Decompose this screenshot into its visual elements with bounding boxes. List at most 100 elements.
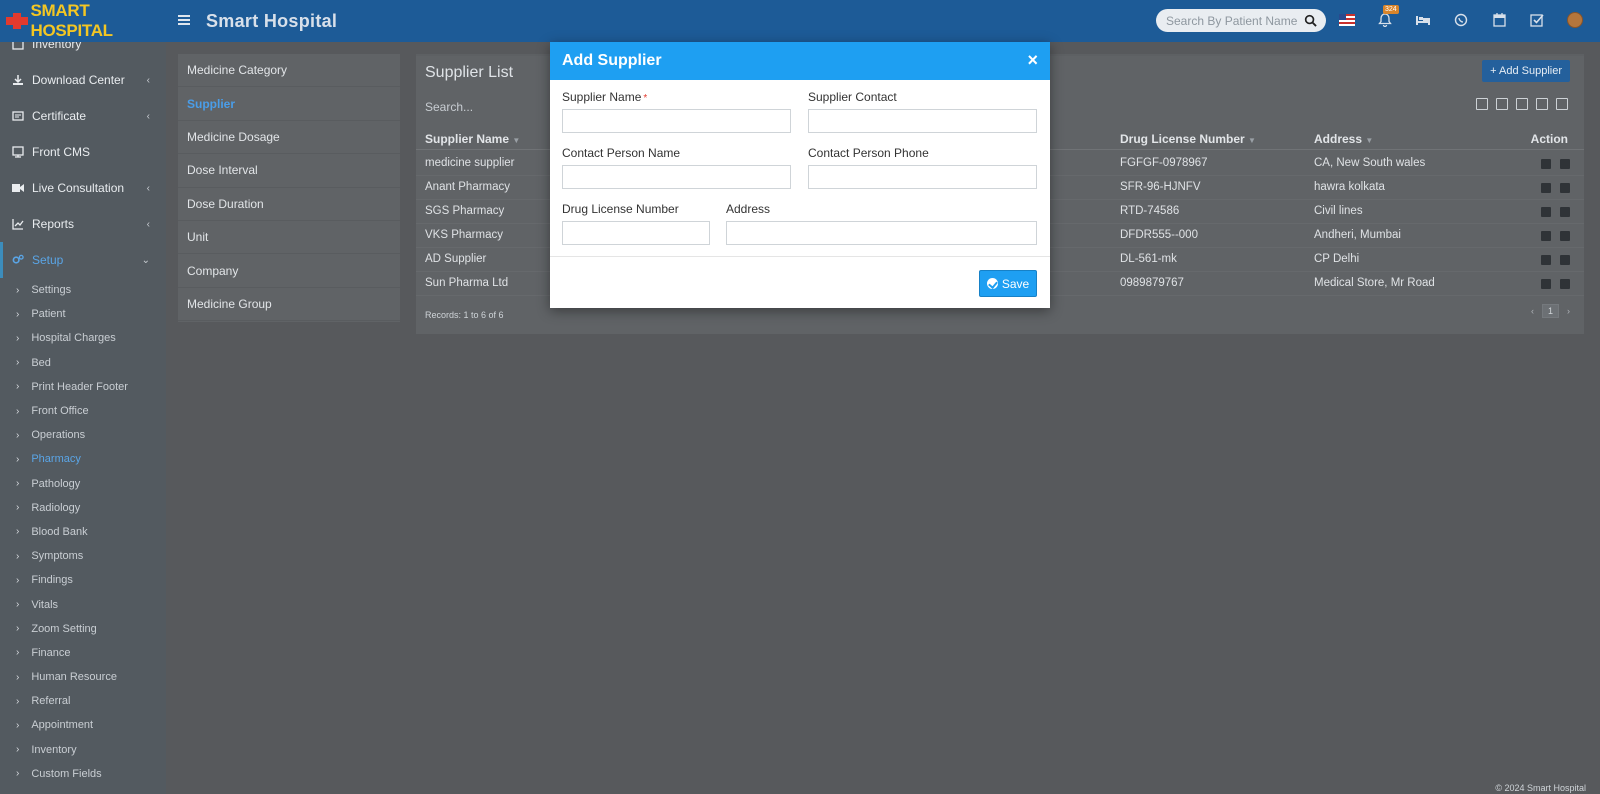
submenu-item-unit[interactable]: Unit [178,221,400,255]
add-supplier-button[interactable]: + Add Supplier [1482,60,1570,82]
next-page-icon[interactable]: › [1567,306,1570,316]
sidebar-item-download-center[interactable]: Download Center ‹ [0,62,166,98]
setup-item-bed[interactable]: › Bed [0,351,166,375]
supplier-name-input[interactable] [562,109,791,133]
whatsapp-icon[interactable] [1451,10,1471,30]
sidebar-item-label: Front CMS [32,145,91,159]
setup-item-operations[interactable]: › Operations [0,423,166,447]
supplier-contact-input[interactable] [808,109,1037,133]
csv-icon[interactable] [1516,98,1528,110]
submenu-item-dose-interval[interactable]: Dose Interval [178,154,400,188]
notification-bell-icon[interactable]: 324 [1375,5,1399,30]
setup-item-findings[interactable]: › Findings [0,568,166,592]
chevron-left-icon: ‹ [146,182,150,194]
column-address[interactable]: Address ▼ [1314,132,1373,146]
setup-item-human-resource[interactable]: › Human Resource [0,665,166,689]
calendar-icon[interactable] [1489,10,1509,30]
delete-icon[interactable] [1560,231,1570,241]
pdf-icon[interactable] [1536,98,1548,110]
delete-icon[interactable] [1560,183,1570,193]
setup-item-radiology[interactable]: › Radiology [0,496,166,520]
edit-icon[interactable] [1541,159,1551,169]
drug-license-number-input[interactable] [562,221,710,245]
contact-person-name-input[interactable] [562,165,791,189]
cell-license: FGFGF-0978967 [1120,157,1208,169]
search-icon[interactable] [1304,14,1317,27]
setup-item-blood-bank[interactable]: › Blood Bank [0,520,166,544]
excel-icon[interactable] [1496,98,1508,110]
sidebar-item-label: Reports [32,217,75,231]
setup-item-print-header-footer[interactable]: › Print Header Footer [0,375,166,399]
sidebar-item-front-cms[interactable]: Front CMS [0,134,166,170]
column-drug-license[interactable]: Drug License Number ▼ [1120,132,1256,146]
language-flag-icon[interactable] [1337,10,1357,30]
submenu-item-dose-duration[interactable]: Dose Duration [178,188,400,221]
edit-icon[interactable] [1541,183,1551,193]
chevron-right-icon: › [16,357,20,369]
patient-search-input[interactable]: Search By Patient Name [1156,9,1326,32]
page-number[interactable]: 1 [1541,304,1559,318]
setup-item-referral[interactable]: › Referral [0,689,166,713]
contact-person-phone-input[interactable] [808,165,1037,189]
edit-icon[interactable] [1541,279,1551,289]
delete-icon[interactable] [1560,255,1570,265]
save-button[interactable]: Save [979,270,1037,297]
user-avatar[interactable] [1565,10,1585,30]
setup-item-inventory[interactable]: › Inventory [0,738,166,762]
save-label: Save [1001,276,1030,291]
header-icons: 324 [1337,5,1600,30]
delete-icon[interactable] [1560,159,1570,169]
cell-name: Anant Pharmacy [425,181,511,193]
drug-license-number-label: Drug License Number [562,202,679,216]
chevron-right-icon: › [16,381,20,393]
setup-item-hospital-charges[interactable]: › Hospital Charges [0,326,166,350]
delete-icon[interactable] [1560,207,1570,217]
submenu-item-medicine-category[interactable]: Medicine Category [178,54,400,88]
submenu-item-medicine-group[interactable]: Medicine Group [178,288,400,322]
prev-page-icon[interactable]: ‹ [1531,306,1534,316]
print-icon[interactable] [1556,98,1568,110]
setup-item-finance[interactable]: › Finance [0,641,166,665]
setup-item-custom-fields[interactable]: › Custom Fields [0,762,166,786]
setup-item-vitals[interactable]: › Vitals [0,592,166,616]
setup-item-pathology[interactable]: › Pathology [0,472,166,496]
setup-item-settings[interactable]: › Settings [0,278,166,302]
setup-item-patient[interactable]: › Patient [0,302,166,326]
submenu-item-supplier[interactable]: Supplier [178,87,400,121]
chevron-right-icon: › [16,332,20,344]
setup-item-label: Symptoms [31,550,84,563]
cell-address: hawra kolkata [1314,181,1385,193]
setup-item-symptoms[interactable]: › Symptoms [0,544,166,568]
edit-icon[interactable] [1541,255,1551,265]
gears-icon [12,254,24,266]
sidebar-item-reports[interactable]: Reports ‹ [0,206,166,242]
table-search-input[interactable]: Search... [425,100,473,114]
column-supplier-name[interactable]: Supplier Name ▼ [425,132,520,146]
required-marker: * [643,93,648,104]
sidebar-item-inventory[interactable]: Inventory [0,42,166,62]
setup-item-front-office[interactable]: › Front Office [0,399,166,423]
setup-item-pharmacy[interactable]: › Pharmacy [0,447,166,471]
app-logo[interactable]: SMART HOSPITAL [0,0,166,42]
copy-icon[interactable] [1476,98,1488,110]
submenu-item-medicine-dosage[interactable]: Medicine Dosage [178,121,400,155]
setup-item-zoom-setting[interactable]: › Zoom Setting [0,617,166,641]
setup-item-appointment[interactable]: › Appointment [0,713,166,737]
cell-address: Andheri, Mumbai [1314,229,1401,241]
bed-icon[interactable] [1413,10,1433,30]
notification-badge: 324 [1383,5,1399,14]
sidebar-item-certificate[interactable]: Certificate ‹ [0,98,166,134]
close-icon[interactable]: × [1027,51,1038,69]
cell-license: DL-561-mk [1120,253,1177,265]
sidebar-item-setup[interactable]: Setup ⌄ [0,242,166,278]
sidebar-item-live-consultation[interactable]: Live Consultation ‹ [0,170,166,206]
cell-license: 0989879767 [1120,277,1184,289]
task-check-icon[interactable] [1527,10,1547,30]
delete-icon[interactable] [1560,279,1570,289]
address-input[interactable] [726,221,1037,245]
sidebar: Inventory Download Center ‹ Certificate … [0,42,166,794]
submenu-item-company[interactable]: Company [178,254,400,288]
menu-toggle-icon[interactable] [178,12,194,30]
edit-icon[interactable] [1541,207,1551,217]
edit-icon[interactable] [1541,231,1551,241]
